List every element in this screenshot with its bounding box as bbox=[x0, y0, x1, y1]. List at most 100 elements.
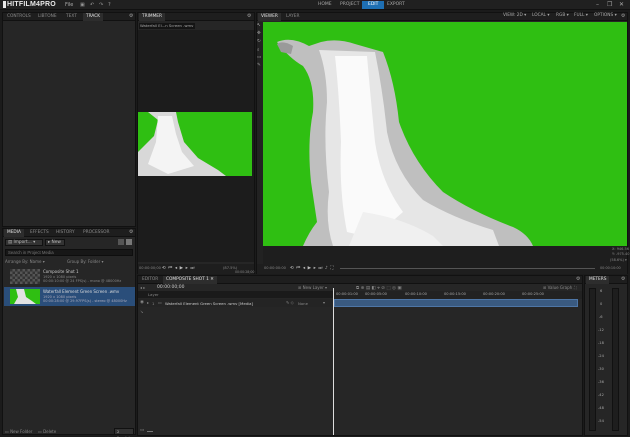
trimmer-preview[interactable] bbox=[138, 112, 252, 176]
tab-libtone[interactable]: LIBTONE bbox=[35, 13, 60, 21]
meter-tick: 0 bbox=[600, 302, 603, 306]
trimmer-time-left: 00:00:00;00 bbox=[139, 266, 161, 270]
options-menu[interactable]: OPTIONS ▾ bbox=[594, 13, 617, 18]
zoom-tool-icon[interactable]: ⌕ bbox=[257, 47, 260, 53]
tab-viewer[interactable]: VIEWER bbox=[258, 13, 281, 21]
play-icon[interactable]: ▶ bbox=[180, 266, 183, 271]
value-graph-toggle[interactable]: ⊞ Value Graph bbox=[543, 285, 572, 290]
zoom-out-icon[interactable]: ▭ bbox=[140, 428, 144, 433]
tab-meters[interactable]: METERS bbox=[586, 276, 610, 284]
arrange-by-select[interactable]: Arrange By: Name ▾ bbox=[5, 259, 45, 264]
minimize-button[interactable]: – bbox=[596, 1, 599, 8]
gear-icon[interactable]: ⚙ bbox=[621, 276, 625, 282]
step-forward-icon[interactable]: ▸ bbox=[314, 266, 316, 271]
media-item-info: 00:00:28:00 @ 29.97FPS(s) - stereo @ 480… bbox=[43, 299, 127, 303]
timeline-timecode[interactable]: 00:00:00;00 bbox=[157, 285, 184, 290]
loop-icon[interactable]: ⟲ bbox=[290, 266, 294, 271]
nav-export[interactable]: EXPORT bbox=[381, 1, 411, 9]
gear-icon[interactable]: ⚙ bbox=[576, 276, 580, 282]
gear-icon[interactable]: ⚙ bbox=[129, 13, 133, 19]
maximize-button[interactable]: ❐ bbox=[607, 1, 612, 8]
play-icon[interactable]: ▶ bbox=[308, 266, 311, 271]
tab-text[interactable]: TEXT bbox=[63, 13, 80, 21]
tab-history[interactable]: HISTORY bbox=[53, 229, 78, 237]
delete-button[interactable]: ▭ Delete bbox=[38, 429, 56, 434]
blend-mode-select[interactable]: None bbox=[298, 301, 308, 306]
nav-project[interactable]: PROJECT bbox=[334, 1, 365, 9]
new-folder-button[interactable]: ▭ New Folder bbox=[5, 429, 32, 434]
tab-editor[interactable]: EDITOR bbox=[139, 276, 161, 284]
tab-processor[interactable]: PROCESSOR bbox=[80, 229, 113, 237]
file-menu[interactable]: File bbox=[65, 2, 73, 8]
tab-controls[interactable]: CONTROLS bbox=[4, 13, 34, 21]
rotate-tool-icon[interactable]: ↻ bbox=[257, 39, 261, 44]
parent-pick-icon[interactable]: ✎ ◇ bbox=[286, 300, 294, 305]
list-view-icon[interactable] bbox=[118, 239, 124, 245]
waterfall-thumbnail bbox=[10, 289, 40, 304]
tab-track[interactable]: TRACK bbox=[83, 13, 104, 21]
layer-name[interactable]: Waterfall Element Green Screen .wmv [Med… bbox=[165, 301, 253, 306]
grid-view-icon[interactable] bbox=[126, 239, 132, 245]
redo-icon[interactable]: ↷ bbox=[99, 2, 103, 8]
loop-icon[interactable]: ⟲ bbox=[162, 266, 166, 271]
import-button[interactable]: ▤ Import... ▾ bbox=[5, 239, 43, 246]
undo-icon[interactable]: ↶ bbox=[90, 2, 94, 8]
tab-trimmer[interactable]: TRIMMER bbox=[139, 13, 165, 21]
timeline-zoom-slider[interactable] bbox=[147, 431, 153, 432]
tab-media[interactable]: MEDIA bbox=[4, 229, 24, 237]
viewer-time-right: 00:00:10:00 bbox=[600, 266, 621, 270]
step-forward-icon[interactable]: ▸ bbox=[186, 266, 188, 271]
expand-arrow-icon[interactable]: ▸ bbox=[147, 300, 149, 305]
meter-bar-right bbox=[612, 288, 619, 431]
close-button[interactable]: ✕ bbox=[619, 1, 624, 8]
prev-frame-icon[interactable]: ⏮ bbox=[168, 265, 172, 271]
timeline-nav-icons[interactable]: ◂ ▸ bbox=[140, 285, 145, 290]
next-frame-icon[interactable]: ⏭ bbox=[318, 265, 322, 271]
ruler-label: 00:00:20:00 bbox=[483, 292, 505, 296]
meter-tick: 6 bbox=[600, 289, 603, 293]
expand-icon[interactable]: ⛶ bbox=[574, 285, 577, 290]
tab-effects[interactable]: EFFECTS bbox=[27, 229, 52, 237]
media-item[interactable]: Composite Shot 1 1920 x 1080 pixels 00:0… bbox=[4, 267, 135, 286]
gear-icon[interactable]: ⚙ bbox=[247, 13, 251, 19]
group-by-select[interactable]: Group By: Folder ▾ bbox=[67, 259, 104, 264]
next-frame-icon[interactable]: ⏭ bbox=[190, 265, 194, 271]
gear-icon[interactable]: ⚙ bbox=[129, 229, 133, 235]
tab-composite-shot[interactable]: COMPOSITE SHOT 1 ✕ bbox=[163, 276, 217, 284]
media-search-input[interactable] bbox=[5, 249, 133, 256]
media-item-selected[interactable]: Waterfall Element Green Screen .wmv 1920… bbox=[4, 287, 135, 306]
pen-tool-icon[interactable]: ✎ bbox=[257, 63, 261, 68]
prev-frame-icon[interactable]: ⏮ bbox=[296, 265, 300, 271]
step-back-icon[interactable]: ◂ bbox=[175, 266, 177, 271]
audio-icon[interactable]: ♪ bbox=[325, 266, 328, 271]
playhead[interactable] bbox=[333, 288, 334, 435]
quality-select[interactable]: FULL ▾ bbox=[574, 13, 588, 18]
meter-scale: 6 0 -6 -12 -18 -24 -30 -36 -42 -48 -54 bbox=[598, 288, 610, 431]
gear-icon[interactable]: ⚙ bbox=[621, 13, 625, 19]
viewer-scrubber[interactable] bbox=[340, 268, 595, 269]
layer-link-icon[interactable]: ↘ bbox=[140, 309, 143, 314]
new-button[interactable]: ▸ New bbox=[45, 239, 65, 246]
viewer-info-bar bbox=[263, 246, 627, 264]
meter-tick: -54 bbox=[598, 419, 604, 423]
step-back-icon[interactable]: ◂ bbox=[303, 266, 305, 271]
pan-tool-icon[interactable]: ✥ bbox=[257, 31, 261, 36]
layer-clip[interactable] bbox=[334, 299, 578, 307]
save-icon[interactable]: ▣ bbox=[80, 2, 85, 8]
viewer-canvas[interactable] bbox=[263, 22, 627, 246]
viewer-tabbar bbox=[257, 13, 627, 21]
meter-tick: -42 bbox=[598, 393, 604, 397]
blend-dropdown-icon[interactable]: ▾ bbox=[323, 300, 325, 305]
view-select[interactable]: VIEW: 2D ▾ bbox=[503, 13, 526, 18]
viewer-zoom[interactable]: (58.6%) ▾ bbox=[610, 258, 627, 262]
help-icon[interactable]: ? bbox=[108, 2, 111, 8]
mask-tool-icon[interactable]: ▭ bbox=[257, 55, 261, 60]
tab-layer[interactable]: LAYER bbox=[283, 13, 302, 21]
trimmer-file-label: Waterfall El...n Screen .wmv bbox=[139, 23, 195, 29]
local-select[interactable]: LOCAL ▾ bbox=[532, 13, 550, 18]
visibility-icon[interactable]: ◉ bbox=[140, 300, 144, 305]
fullscreen-icon[interactable]: ⛶ bbox=[330, 265, 333, 271]
rgb-select[interactable]: RGB ▾ bbox=[556, 13, 569, 18]
new-layer-button[interactable]: ⊞ New Layer ▾ bbox=[298, 285, 327, 290]
select-tool-icon[interactable]: ↖ bbox=[257, 23, 261, 28]
